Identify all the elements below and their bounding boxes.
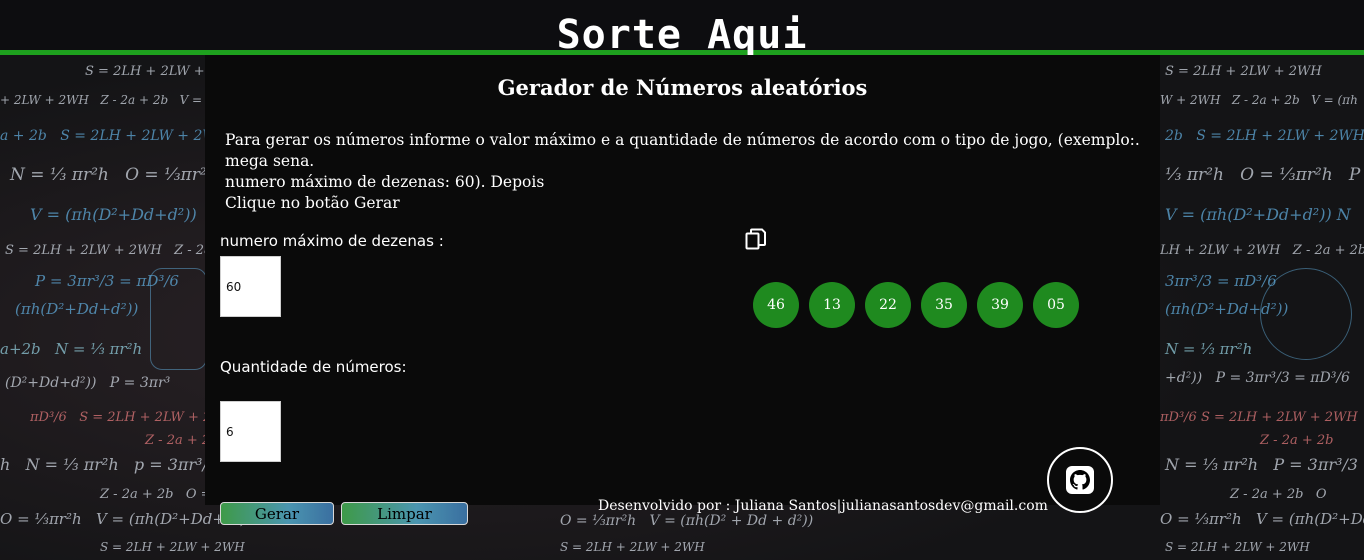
max-number-label: numero máximo de dezenas : [220,232,444,250]
number-ball: 35 [921,282,967,328]
quantity-input[interactable] [220,401,281,462]
number-ball: 39 [977,282,1023,328]
copy-icon[interactable] [745,228,767,252]
github-icon-graphic [1070,470,1090,490]
footer-credits: Desenvolvido por : Juliana Santos|julian… [598,498,1048,514]
generate-button[interactable]: Gerar [220,502,334,525]
number-ball: 22 [865,282,911,328]
generator-panel: Gerador de Números aleatórios Para gerar… [205,55,1160,505]
copy-icon-graphic [745,228,766,250]
brand-logo: Sorte Aqui [556,12,808,58]
instructions-line-1: Para gerar os números informe o valor má… [225,131,1140,170]
clear-button[interactable]: Limpar [341,502,468,525]
page-title: Gerador de Números aleatórios [497,75,868,100]
instructions: Para gerar os números informe o valor má… [225,130,1145,214]
number-ball: 46 [753,282,799,328]
top-header: Sorte Aqui [0,0,1364,58]
max-number-input[interactable] [220,256,281,317]
generated-numbers: 46 13 22 35 39 05 [753,282,1079,328]
quantity-label: Quantidade de números: [220,358,407,376]
number-ball: 05 [1033,282,1079,328]
number-ball: 13 [809,282,855,328]
github-link[interactable] [1047,447,1113,513]
instructions-line-2: numero máximo de dezenas: 60). Depois [225,173,545,191]
github-icon [1066,466,1094,494]
instructions-line-3: Clique no botão Gerar [225,194,400,212]
